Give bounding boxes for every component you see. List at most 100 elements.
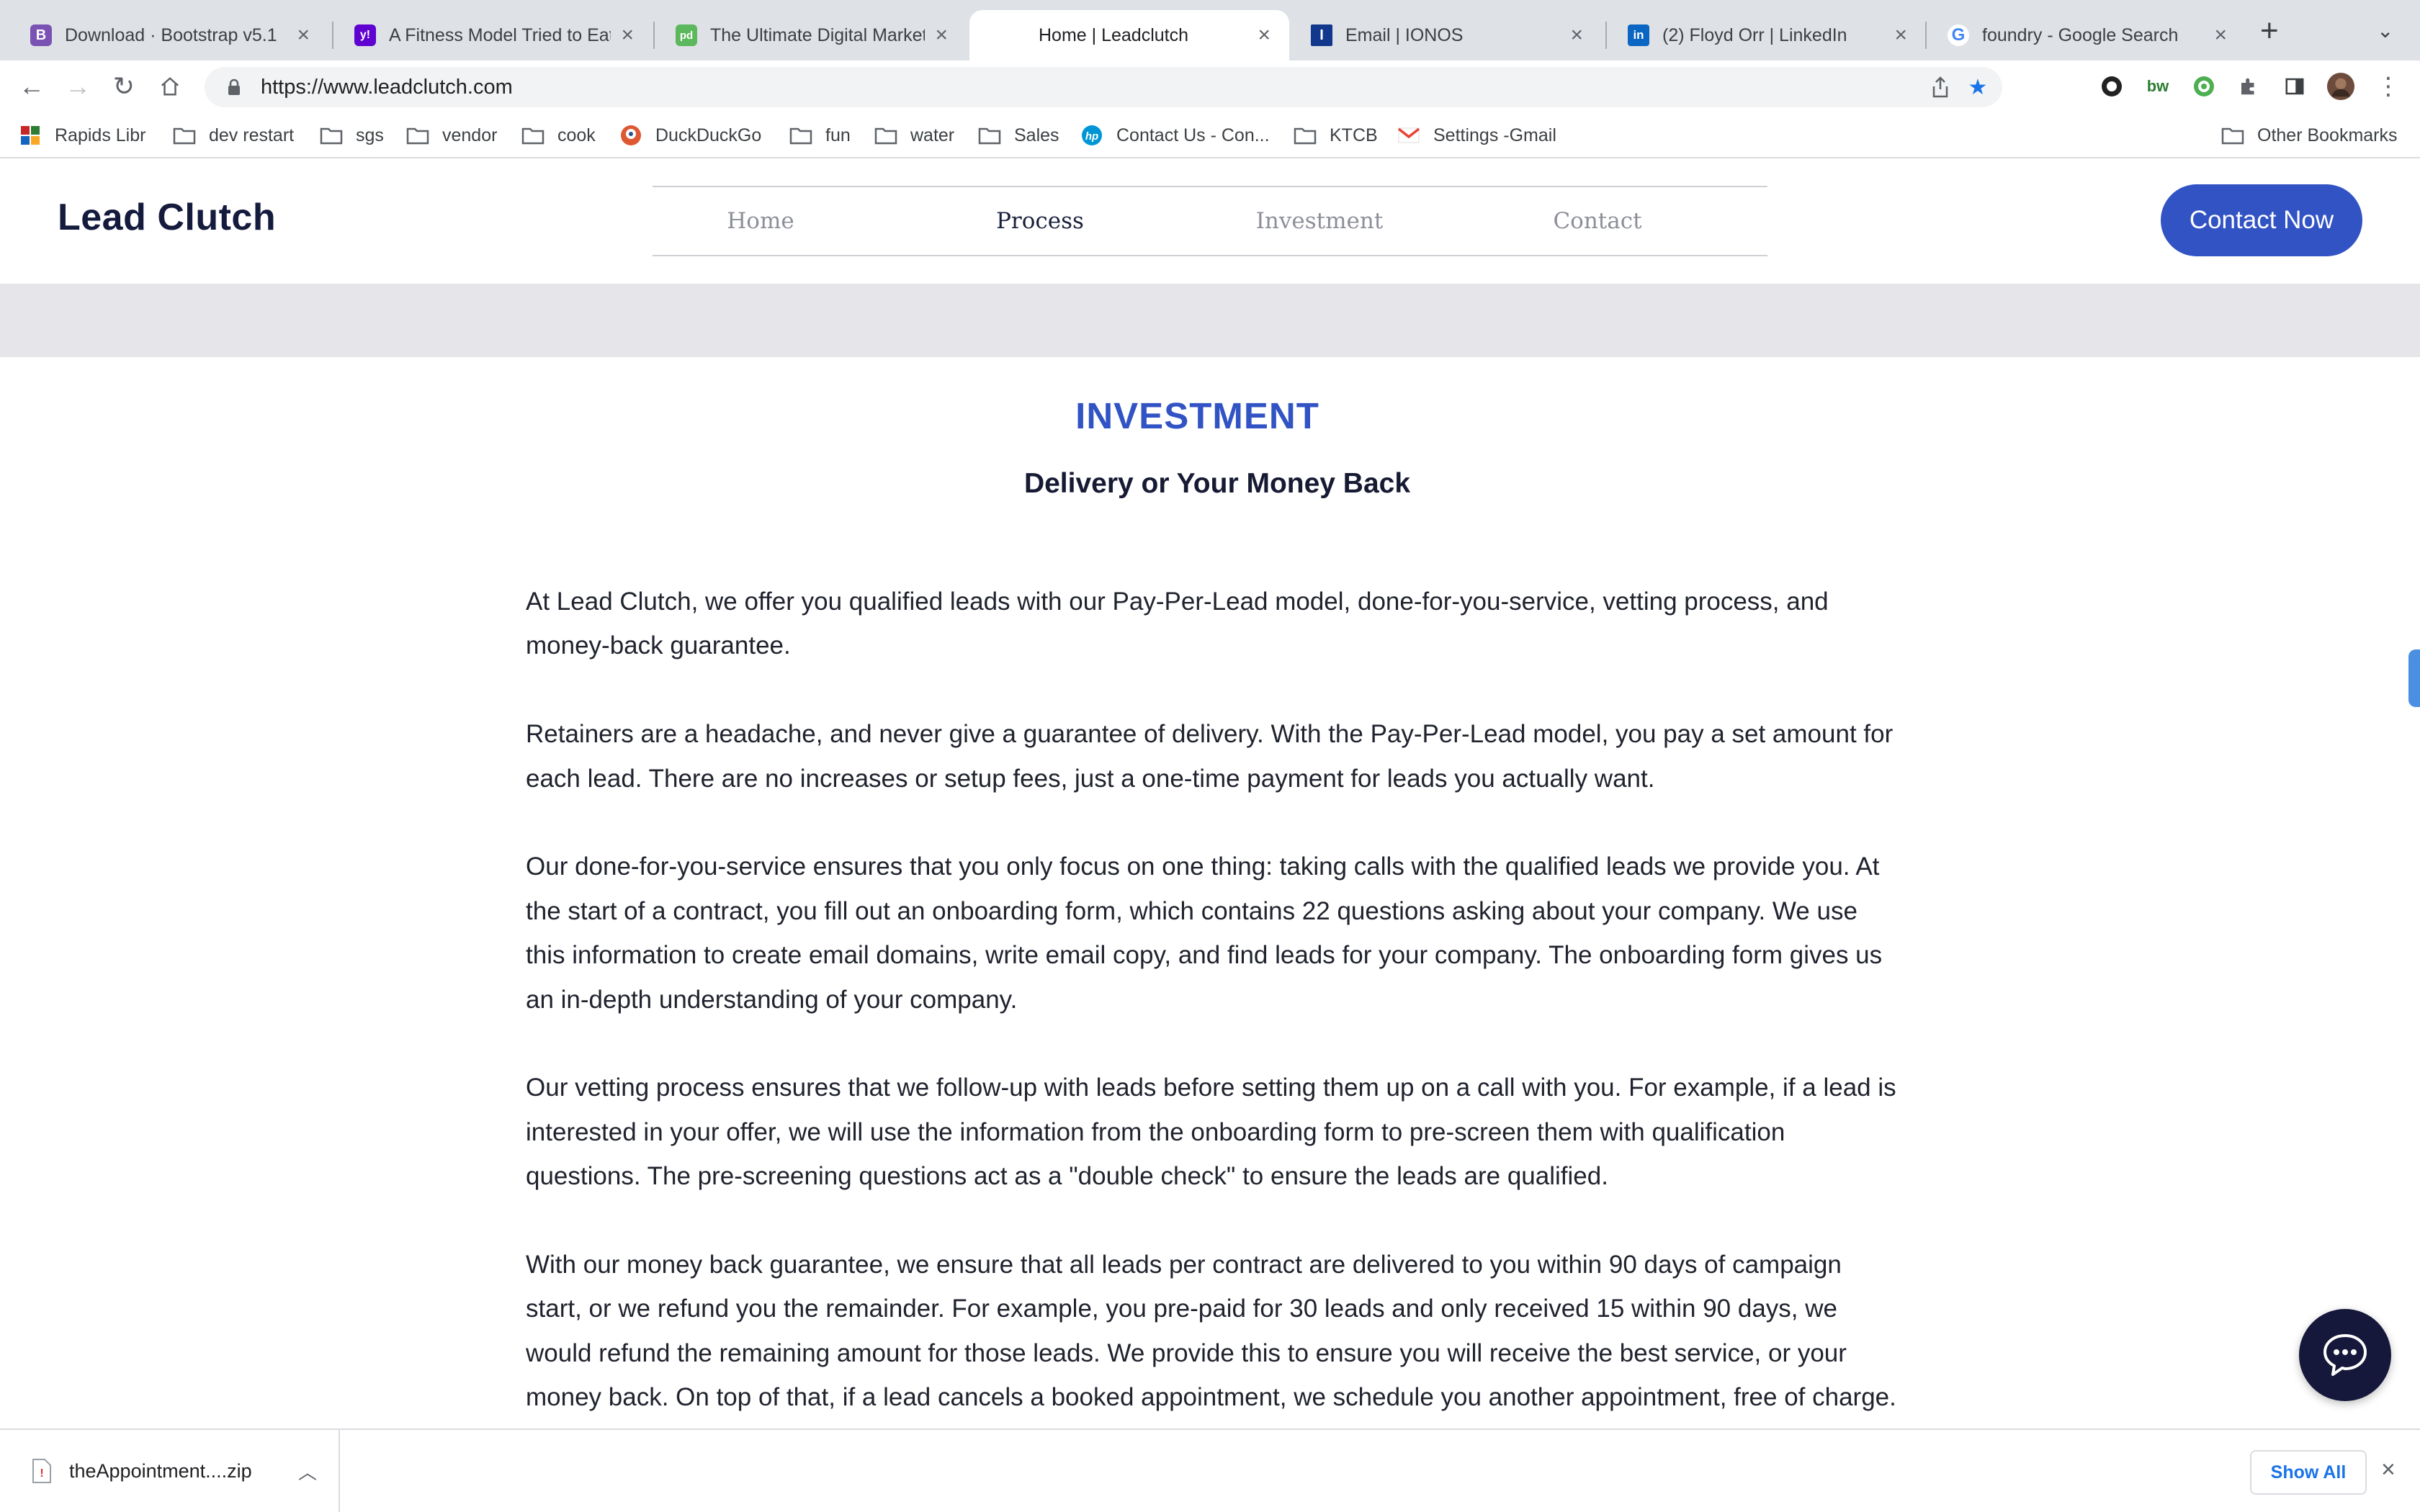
folder-icon xyxy=(406,125,429,145)
close-tab-icon[interactable]: × xyxy=(1570,23,1583,48)
tab-title: Email | IONOS xyxy=(1345,24,1464,45)
share-icon[interactable] xyxy=(1922,68,1959,106)
tab-title: Download · Bootstrap v5.1 xyxy=(65,24,277,45)
tab-title: A Fitness Model Tried to Eat xyxy=(389,24,611,45)
yahoo-icon: y! xyxy=(354,24,376,46)
close-tab-icon[interactable]: × xyxy=(1894,23,1907,48)
bookmark-folder[interactable]: dev restart xyxy=(173,122,294,148)
bookmark-folder[interactable]: vendor xyxy=(406,122,497,148)
folder-icon xyxy=(789,125,812,145)
puzzle-extensions-icon[interactable] xyxy=(2234,72,2263,101)
browser-tab[interactable]: pd The Ultimate Digital Marketing × xyxy=(657,10,967,60)
reload-icon[interactable]: ↻ xyxy=(105,68,143,105)
other-bookmarks-folder[interactable]: Other Bookmarks xyxy=(2221,122,2398,148)
forward-arrow-icon[interactable]: → xyxy=(59,68,97,105)
download-item[interactable]: ! theAppointment....zip ︿ xyxy=(0,1430,340,1512)
tab-search-chevron-icon[interactable]: ⌄ xyxy=(2377,19,2393,42)
section-subtitle: Delivery or Your Money Back xyxy=(1023,468,1411,499)
browser-tab[interactable]: G foundry - Google Search × xyxy=(1929,10,2246,60)
body-paragraph: With our money back guarantee, we ensure… xyxy=(526,1251,1896,1412)
extension-icon[interactable] xyxy=(2097,72,2126,101)
pd-icon: pd xyxy=(676,24,697,46)
close-tab-icon[interactable]: × xyxy=(1258,23,1270,48)
browser-tab[interactable]: I Email | IONOS × xyxy=(1292,10,1602,60)
tab-title: foundry - Google Search xyxy=(1982,24,2179,45)
kebab-menu-icon[interactable]: ⋮ xyxy=(2374,72,2403,101)
site-logo[interactable]: Lead Clutch xyxy=(58,196,276,239)
nav-link-process[interactable]: Process xyxy=(932,187,1148,255)
close-shelf-icon[interactable]: × xyxy=(2381,1456,2396,1484)
bookmark-item[interactable]: Settings -Gmail xyxy=(1397,122,1556,148)
close-tab-icon[interactable]: × xyxy=(935,23,948,48)
bookmark-folder[interactable]: KTCB xyxy=(1294,122,1378,148)
folder-icon xyxy=(173,125,196,145)
section-eyebrow: INVESTMENT xyxy=(1075,395,1319,436)
bookmark-folder[interactable]: Sales xyxy=(978,122,1059,148)
bookmark-folder[interactable]: water xyxy=(874,122,954,148)
chevron-up-icon[interactable]: ︿ xyxy=(298,1458,317,1485)
browser-tab[interactable]: in (2) Floyd Orr | LinkedIn × xyxy=(1609,10,1926,60)
bookmark-folder[interactable]: sgs xyxy=(320,122,384,148)
nav-link-home[interactable]: Home xyxy=(653,187,869,255)
bookmark-label: cook xyxy=(557,125,596,145)
contact-now-button[interactable]: Contact Now xyxy=(2161,184,2362,256)
chat-widget-button[interactable] xyxy=(2299,1309,2391,1401)
body-paragraph: At Lead Clutch, we offer you qualified l… xyxy=(526,588,1829,660)
bookmark-folder[interactable]: cook xyxy=(521,122,596,148)
bookmarks-bar: Rapids Libr dev restart sgs vendor cook … xyxy=(0,112,2420,158)
bookmark-label: vendor xyxy=(442,125,498,145)
side-panel-icon[interactable] xyxy=(2280,72,2309,101)
nav-link-contact[interactable]: Contact xyxy=(1489,187,1706,255)
folder-icon xyxy=(521,125,544,145)
new-tab-icon[interactable]: + xyxy=(2260,13,2279,49)
hp-icon: hp xyxy=(1080,125,1103,145)
gmail-icon xyxy=(1397,125,1420,145)
bookmark-item[interactable]: hp Contact Us - Con... xyxy=(1080,122,1270,148)
profile-avatar[interactable] xyxy=(2326,72,2355,101)
duckduckgo-icon xyxy=(619,125,642,145)
bookmark-label: water xyxy=(910,125,955,145)
body-paragraph: Retainers are a headache, and never give… xyxy=(526,720,1894,793)
folder-icon xyxy=(2221,125,2244,145)
folder-icon xyxy=(978,125,1001,145)
svg-text:!: ! xyxy=(40,1467,43,1480)
feedback-side-tab[interactable] xyxy=(2408,649,2420,707)
close-tab-icon[interactable]: × xyxy=(2214,23,2227,48)
google-icon: G xyxy=(1948,24,1969,46)
bookmark-item[interactable]: Rapids Libr xyxy=(19,122,145,148)
chat-bubble-icon xyxy=(2323,1334,2367,1376)
folder-icon xyxy=(1294,125,1317,145)
bookmark-label: sgs xyxy=(356,125,384,145)
browser-tab[interactable]: B Download · Bootstrap v5.1 × xyxy=(12,10,328,60)
hero-band xyxy=(0,284,2420,357)
bookmark-folder[interactable]: fun xyxy=(789,122,851,148)
browser-toolbar: ← → ↻ https://www.leadclutch.com ★ bw ⋮ xyxy=(0,60,2420,112)
lock-icon[interactable] xyxy=(223,76,245,98)
library-icon xyxy=(19,125,42,145)
home-icon[interactable] xyxy=(151,68,189,105)
tab-title: Home | Leadclutch xyxy=(1039,24,1188,45)
browser-tab-active[interactable]: Home | Leadclutch × xyxy=(969,10,1289,60)
tab-title: (2) Floyd Orr | LinkedIn xyxy=(1662,24,1847,45)
ionos-icon: I xyxy=(1311,24,1332,46)
bookmark-label: dev restart xyxy=(209,125,295,145)
url-text[interactable]: https://www.leadclutch.com xyxy=(261,76,1922,99)
download-shelf: ! theAppointment....zip ︿ Show All × xyxy=(0,1428,2420,1512)
folder-icon xyxy=(320,125,343,145)
close-tab-icon[interactable]: × xyxy=(621,23,634,48)
main-nav: Home Process Investment Contact xyxy=(653,186,1767,256)
bookmark-star-icon[interactable]: ★ xyxy=(1959,68,1996,106)
bw-extension-icon[interactable]: bw xyxy=(2143,72,2172,101)
web-page: Lead Clutch Home Process Investment Cont… xyxy=(0,160,2420,1428)
close-tab-icon[interactable]: × xyxy=(297,23,310,48)
bookmark-label: DuckDuckGo xyxy=(655,125,762,145)
body-paragraph: Our vetting process ensures that we foll… xyxy=(526,1074,1896,1191)
nav-link-investment[interactable]: Investment xyxy=(1211,187,1428,255)
show-all-downloads-button[interactable]: Show All xyxy=(2250,1450,2367,1495)
bookmark-item[interactable]: DuckDuckGo xyxy=(619,122,761,148)
warning-file-icon: ! xyxy=(32,1459,51,1483)
back-arrow-icon[interactable]: ← xyxy=(13,68,50,105)
address-bar[interactable]: https://www.leadclutch.com ★ xyxy=(205,67,2002,107)
browser-tab[interactable]: y! A Fitness Model Tried to Eat × xyxy=(336,10,653,60)
grammar-extension-icon[interactable] xyxy=(2190,72,2218,101)
